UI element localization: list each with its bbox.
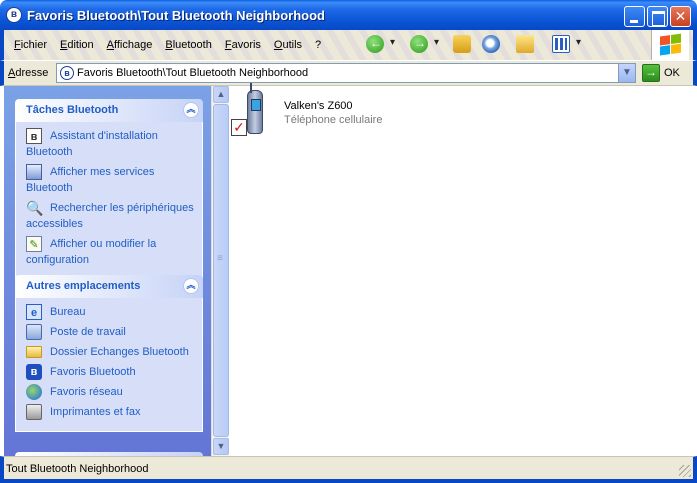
resize-grip-icon[interactable] — [679, 465, 691, 477]
mobile-phone-icon[interactable] — [247, 83, 263, 134]
scroll-thumb[interactable] — [213, 104, 229, 437]
task-wizard[interactable]: ʙ Assistant d'installation Bluetooth — [16, 128, 202, 160]
place-label[interactable]: Favoris réseau — [26, 384, 202, 400]
status-bar: Tout Bluetooth Neighborhood — [0, 456, 697, 483]
printer-icon — [26, 404, 42, 420]
close-button[interactable]: ✕ — [670, 6, 691, 27]
folders-icon[interactable] — [516, 35, 534, 53]
services-icon — [26, 164, 42, 180]
device-name[interactable]: Valken's Z600 — [284, 100, 353, 112]
network-icon — [26, 384, 42, 400]
bluetooth-tasks-panel: Tâches Bluetooth ︽ ʙ Assistant d'install… — [15, 99, 203, 280]
menu-fichier[interactable]: Fichier — [14, 39, 47, 51]
place-label[interactable]: Dossier Echanges Bluetooth — [26, 344, 202, 360]
forward-arrow-icon[interactable] — [410, 35, 428, 53]
maximize-button[interactable] — [647, 6, 668, 27]
status-text: Tout Bluetooth Neighborhood — [6, 463, 149, 475]
collapse-icon[interactable]: ︽ — [183, 278, 199, 294]
task-pane: Tâches Bluetooth ︽ ʙ Assistant d'install… — [4, 86, 211, 456]
collapse-icon[interactable]: ︽ — [183, 102, 199, 118]
scroll-up-icon[interactable]: ▲ — [213, 86, 229, 103]
close-icon: ✕ — [674, 8, 687, 24]
place-network[interactable]: Favoris réseau — [16, 384, 202, 400]
panel-body: ʙ Assistant d'installation Bluetooth Aff… — [15, 122, 203, 280]
windows-logo — [651, 30, 689, 60]
folder-icon — [26, 346, 42, 358]
desktop-icon: e — [26, 304, 42, 320]
task-configuration[interactable]: ✎ Afficher ou modifier la configuration — [16, 236, 202, 268]
views-icon[interactable] — [552, 35, 570, 53]
windows-flag-icon — [660, 33, 682, 56]
bluetooth-icon: ʙ — [26, 364, 42, 380]
configuration-icon: ✎ — [26, 236, 42, 252]
place-label[interactable]: Favoris Bluetooth — [26, 364, 202, 380]
panel-title: Autres emplacements — [26, 280, 141, 292]
check-icon: ✓ — [231, 119, 247, 136]
title-bar[interactable]: ʙ Favoris Bluetooth\Tout Bluetooth Neigh… — [0, 0, 697, 30]
content-area: ✓ Valken's Z600 Téléphone cellulaire — [229, 83, 693, 456]
task-services[interactable]: Afficher mes services Bluetooth — [16, 164, 202, 196]
wizard-icon: ʙ — [26, 128, 42, 144]
address-value[interactable]: Favoris Bluetooth\Tout Bluetooth Neighbo… — [77, 67, 308, 79]
menu-edition[interactable]: Edition — [60, 39, 94, 51]
up-folder-icon[interactable] — [453, 35, 471, 53]
task-label[interactable]: Assistant d'installation Bluetooth — [26, 128, 202, 160]
menu-items: Fichier Edition Affichage Bluetooth Favo… — [14, 39, 334, 51]
search-devices-icon: 🔍 — [26, 200, 44, 216]
go-button[interactable]: OK — [664, 67, 680, 79]
address-bar: Adresse ʙ Favoris Bluetooth\Tout Bluetoo… — [0, 60, 697, 86]
panel-header[interactable]: Autres emplacements ︽ — [15, 275, 203, 298]
menu-help[interactable]: ? — [315, 39, 321, 51]
scroll-down-icon[interactable]: ▼ — [213, 438, 229, 455]
menu-bar: Fichier Edition Affichage Bluetooth Favo… — [0, 30, 697, 60]
menu-affichage[interactable]: Affichage — [107, 39, 153, 51]
views-dropdown-icon[interactable] — [576, 37, 584, 49]
window-title: Favoris Bluetooth\Tout Bluetooth Neighbo… — [27, 8, 325, 23]
device-item[interactable]: ✓ Valken's Z600 Téléphone cellulaire — [231, 83, 431, 140]
other-places-panel: Autres emplacements ︽ e Bureau Poste de … — [15, 275, 203, 432]
panel-body: e Bureau Poste de travail Dossier Echang… — [15, 298, 203, 432]
bluetooth-icon: ʙ — [60, 66, 74, 80]
place-label[interactable]: Poste de travail — [26, 324, 202, 340]
task-label[interactable]: Rechercher les périphériques accessibles — [26, 200, 202, 232]
my-computer-icon — [26, 324, 42, 340]
menu-bluetooth[interactable]: Bluetooth — [165, 39, 212, 51]
bluetooth-icon: ʙ — [6, 7, 22, 23]
minimize-button[interactable] — [624, 6, 645, 27]
panel-header[interactable]: Tâches Bluetooth ︽ — [15, 99, 203, 122]
place-label[interactable]: Imprimantes et fax — [26, 404, 202, 420]
search-icon[interactable] — [482, 35, 500, 53]
place-bluetooth-favorites[interactable]: ʙ Favoris Bluetooth — [16, 364, 202, 380]
place-printers[interactable]: Imprimantes et fax — [16, 404, 202, 420]
place-exchange-folder[interactable]: Dossier Echanges Bluetooth — [16, 344, 202, 360]
menu-favoris[interactable]: Favoris — [225, 39, 261, 51]
place-desktop[interactable]: e Bureau — [16, 304, 202, 320]
back-dropdown-icon[interactable] — [390, 37, 398, 49]
menu-outils[interactable]: Outils — [274, 39, 302, 51]
place-label[interactable]: Bureau — [26, 304, 202, 320]
address-input[interactable]: ʙ Favoris Bluetooth\Tout Bluetooth Neigh… — [56, 63, 636, 83]
device-type: Téléphone cellulaire — [284, 114, 383, 126]
task-pane-scrollbar[interactable]: ▲ ▼ — [211, 86, 229, 456]
address-label: Adresse — [8, 67, 49, 79]
back-arrow-icon[interactable] — [366, 35, 384, 53]
go-arrow-icon[interactable]: → — [642, 64, 660, 82]
task-label[interactable]: Afficher mes services Bluetooth — [26, 164, 202, 196]
place-my-computer[interactable]: Poste de travail — [16, 324, 202, 340]
chevron-down-icon[interactable]: ▼ — [618, 64, 635, 82]
task-label[interactable]: Afficher ou modifier la configuration — [26, 236, 202, 268]
forward-dropdown-icon[interactable] — [434, 37, 442, 49]
panel-title: Tâches Bluetooth — [26, 104, 119, 116]
task-search-devices[interactable]: 🔍 Rechercher les périphériques accessibl… — [16, 200, 202, 232]
